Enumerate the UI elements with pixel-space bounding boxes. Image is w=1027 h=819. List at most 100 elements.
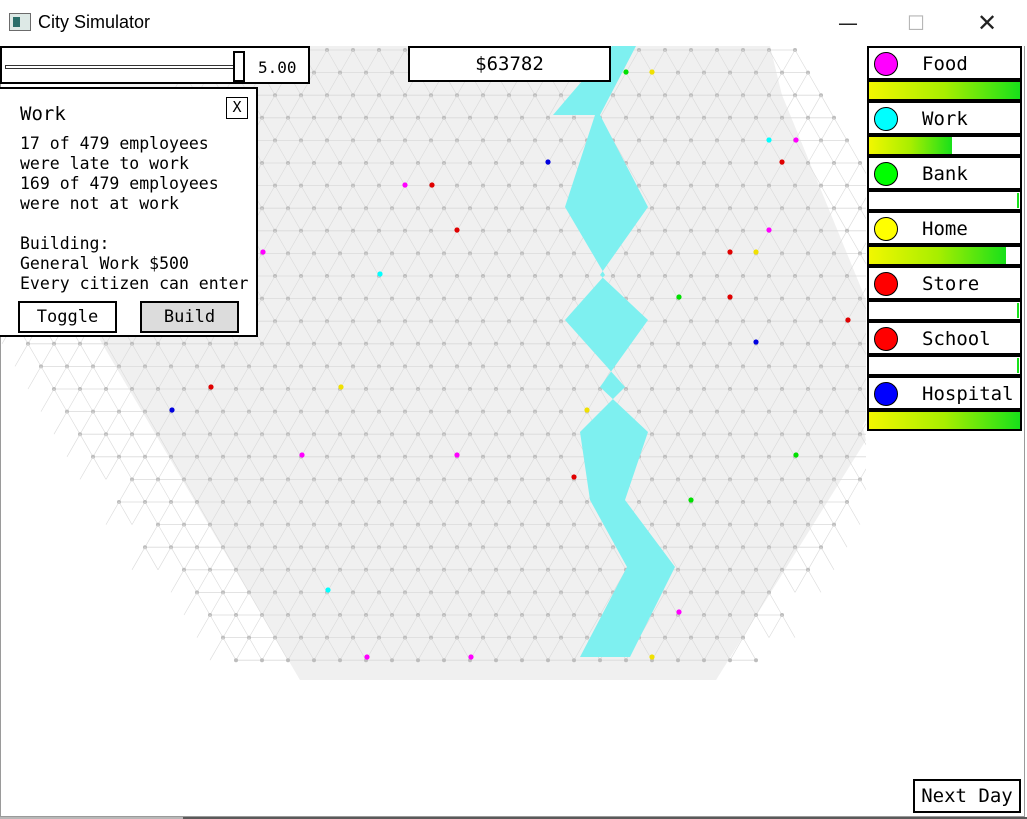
grid-line [105, 456, 120, 480]
grid-line [105, 411, 120, 435]
hospital-level-fill [869, 412, 1020, 429]
grid-line [118, 388, 133, 412]
grid-line [118, 501, 133, 525]
grid-line [105, 434, 120, 457]
grid-line [79, 434, 94, 457]
title-bar: City Simulator — ☐ ✕ [0, 0, 1027, 46]
grid-line [79, 456, 94, 480]
build-button[interactable]: Build [140, 301, 239, 333]
work-level-fill [869, 137, 953, 154]
grid-line [768, 614, 783, 638]
toggle-button[interactable]: Toggle [18, 301, 117, 333]
grid-line [105, 501, 120, 525]
grid-line [79, 411, 94, 435]
maximize-button[interactable]: ☐ [896, 10, 936, 36]
grid-line [222, 592, 237, 616]
grid-line [846, 456, 861, 480]
legend-item-store[interactable]: Store [867, 266, 1022, 300]
grid-line [196, 614, 211, 638]
grid-line [222, 569, 237, 593]
grid-line [859, 468, 866, 480]
grid-line [846, 501, 861, 525]
legend-item-work[interactable]: Work [867, 101, 1022, 135]
school-color-swatch [874, 327, 898, 351]
level-end-mark [1017, 193, 1019, 208]
work-building [325, 587, 331, 593]
close-window-button[interactable]: ✕ [967, 10, 1007, 36]
work-building [377, 271, 383, 277]
grid-line [170, 524, 185, 548]
grid-line [92, 388, 107, 412]
grid-line [144, 547, 159, 570]
grid-line [794, 49, 809, 73]
grid-line [131, 501, 146, 525]
food-building [260, 249, 266, 255]
grid-line [53, 411, 68, 435]
grid-node [676, 658, 680, 663]
info-line: General Work $500 [20, 254, 189, 273]
home-color-swatch [874, 217, 898, 241]
food-building [468, 654, 474, 660]
grid-line [833, 524, 848, 548]
bank-building [623, 69, 629, 75]
grid-line [222, 614, 237, 638]
legend-item-bank[interactable]: Bank [867, 156, 1022, 190]
grid-line [118, 456, 133, 480]
info-line: were late to work [20, 154, 189, 173]
grid-line [820, 162, 835, 186]
level-end-mark [1017, 303, 1019, 318]
grid-line [53, 343, 68, 367]
work-building [766, 137, 772, 143]
food-building [766, 227, 772, 233]
money-display: $63782 [408, 46, 611, 82]
grid-line [92, 411, 107, 435]
grid-line [144, 524, 159, 548]
hospital-building [545, 159, 551, 165]
store-building [454, 227, 460, 233]
grid-line [66, 388, 81, 412]
grid-line [807, 524, 822, 548]
store-level-bar [867, 300, 1022, 321]
grid-line [66, 366, 81, 390]
food-building [402, 182, 408, 188]
store-building [208, 384, 214, 390]
speed-value: 5.00 [258, 58, 297, 77]
grid-line [157, 547, 172, 570]
grid-line [92, 434, 107, 457]
legend-item-school[interactable]: School [867, 321, 1022, 355]
grid-line [66, 343, 81, 367]
food-level-bar [867, 80, 1022, 101]
hospital-building [753, 339, 759, 345]
grid-line [196, 547, 211, 570]
grid-line [820, 501, 835, 525]
grid-node [390, 658, 394, 663]
grid-line [170, 569, 185, 593]
grid-line [66, 434, 81, 457]
minimize-button[interactable]: — [828, 10, 868, 36]
grid-line [209, 614, 224, 638]
grid-line [118, 479, 133, 503]
home-building [649, 654, 655, 660]
grid-line [833, 501, 848, 525]
legend-item-food[interactable]: Food [867, 46, 1022, 80]
bank-building [676, 294, 682, 300]
grid-line [807, 569, 822, 593]
next-day-button[interactable]: Next Day [913, 779, 1021, 813]
grid-line [833, 162, 848, 186]
legend-item-hospital[interactable]: Hospital [867, 376, 1022, 410]
info-panel-close-button[interactable]: X [226, 97, 248, 119]
store-building [779, 159, 785, 165]
window-title: City Simulator [38, 12, 151, 32]
grid-line [846, 208, 861, 231]
legend-item-home[interactable]: Home [867, 211, 1022, 245]
info-line: 169 of 479 employees [20, 174, 219, 193]
grid-line [794, 569, 809, 593]
speed-slider-thumb[interactable] [232, 51, 245, 82]
grid-line [248, 614, 263, 638]
hospital-color-swatch [874, 382, 898, 406]
grid-line [846, 140, 861, 164]
grid-line [79, 366, 94, 390]
speed-slider-panel: 5.00 [0, 46, 310, 84]
speed-slider-track[interactable] [5, 65, 239, 69]
grid-line [40, 366, 55, 390]
